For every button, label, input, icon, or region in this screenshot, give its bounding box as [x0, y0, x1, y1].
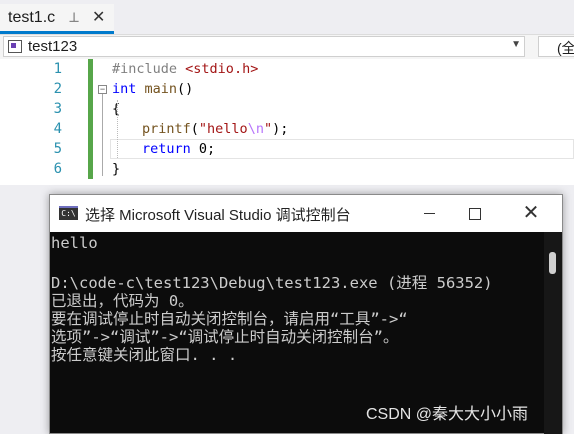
console-line: D:\code-c\test123\Debug\test123.exe (进程 … — [51, 274, 493, 292]
string-literal: "hello — [198, 121, 248, 137]
line-number: 6 — [53, 161, 62, 177]
csdn-watermark: CSDN @秦大大小小雨 — [366, 406, 529, 423]
line-number-gutter: 1 2 3 4 5 6 — [0, 59, 86, 185]
line-number: 3 — [53, 101, 62, 117]
console-scrollbar[interactable] — [544, 232, 562, 434]
console-app-icon: C:\ — [59, 206, 78, 220]
console-line: 要在调试停止时自动关闭控制台，请启用“工具”->“ — [51, 310, 408, 328]
escape-sequence: \n — [247, 121, 264, 137]
params: () — [177, 81, 194, 97]
function-name: main — [144, 81, 178, 97]
collapse-icon[interactable]: − — [98, 85, 107, 94]
document-tab-strip: test1.c ⊣ ✕ — [0, 0, 574, 34]
console-titlebar[interactable]: C:\ 选择 Microsoft Visual Studio 调试控制台 ✕ — [50, 195, 562, 232]
member-scope-dropdown[interactable]: (全 — [538, 36, 574, 57]
type-keyword: int — [112, 81, 137, 97]
line-number: 1 — [53, 61, 62, 77]
code-line-1: #include <stdio.h> — [112, 61, 258, 77]
include-directive: #include — [112, 61, 178, 77]
line-number: 5 — [53, 141, 62, 157]
navigation-bar: test123 ▼ (全 — [0, 34, 574, 60]
code-line-6: } — [112, 161, 120, 177]
close-brace: } — [112, 161, 121, 177]
console-line: 按任意键关闭此窗口. . . — [51, 346, 238, 364]
maximize-icon[interactable] — [452, 195, 498, 232]
call-name: printf — [142, 121, 191, 137]
member-scope-label: (全 — [557, 40, 574, 56]
debug-console-window[interactable]: C:\ 选择 Microsoft Visual Studio 调试控制台 ✕ h… — [49, 194, 563, 434]
include-header: <stdio.h> — [185, 61, 259, 77]
project-scope-label: test123 — [28, 38, 78, 55]
minimize-icon[interactable] — [406, 195, 452, 232]
call-close: ); — [272, 121, 289, 137]
indent-guide — [117, 100, 118, 158]
line-number: 2 — [53, 81, 62, 97]
line-number: 4 — [53, 121, 62, 137]
pin-icon[interactable]: ⊣ — [66, 11, 82, 22]
change-tracking-bar — [88, 59, 93, 179]
project-scope-dropdown[interactable]: test123 ▼ — [3, 36, 525, 57]
project-icon — [8, 40, 22, 53]
code-line-4: printf("hello\n"); — [142, 121, 288, 137]
close-window-icon[interactable]: ✕ — [508, 195, 554, 232]
tab-test1-c[interactable]: test1.c ⊣ ✕ — [0, 4, 114, 34]
console-line: 已退出，代码为 0。 — [51, 292, 194, 310]
tab-title: test1.c — [8, 9, 56, 26]
call-open: ( — [190, 121, 199, 137]
console-line: 选项”->“调试”->“调试停止时自动关闭控制台”。 — [51, 328, 399, 346]
close-icon[interactable]: ✕ — [92, 7, 105, 27]
code-editor[interactable]: 1 2 3 4 5 6 − #include <stdio.h> int mai… — [0, 59, 574, 185]
scrollbar-thumb[interactable] — [549, 252, 556, 274]
string-close: " — [263, 121, 273, 137]
console-line: hello — [51, 234, 98, 252]
console-title: 选择 Microsoft Visual Studio 调试控制台 — [85, 207, 351, 224]
chevron-down-icon[interactable]: ▼ — [511, 39, 521, 50]
outline-line — [102, 94, 103, 176]
current-line-highlight — [110, 139, 574, 159]
code-line-2: int main() — [112, 81, 193, 97]
